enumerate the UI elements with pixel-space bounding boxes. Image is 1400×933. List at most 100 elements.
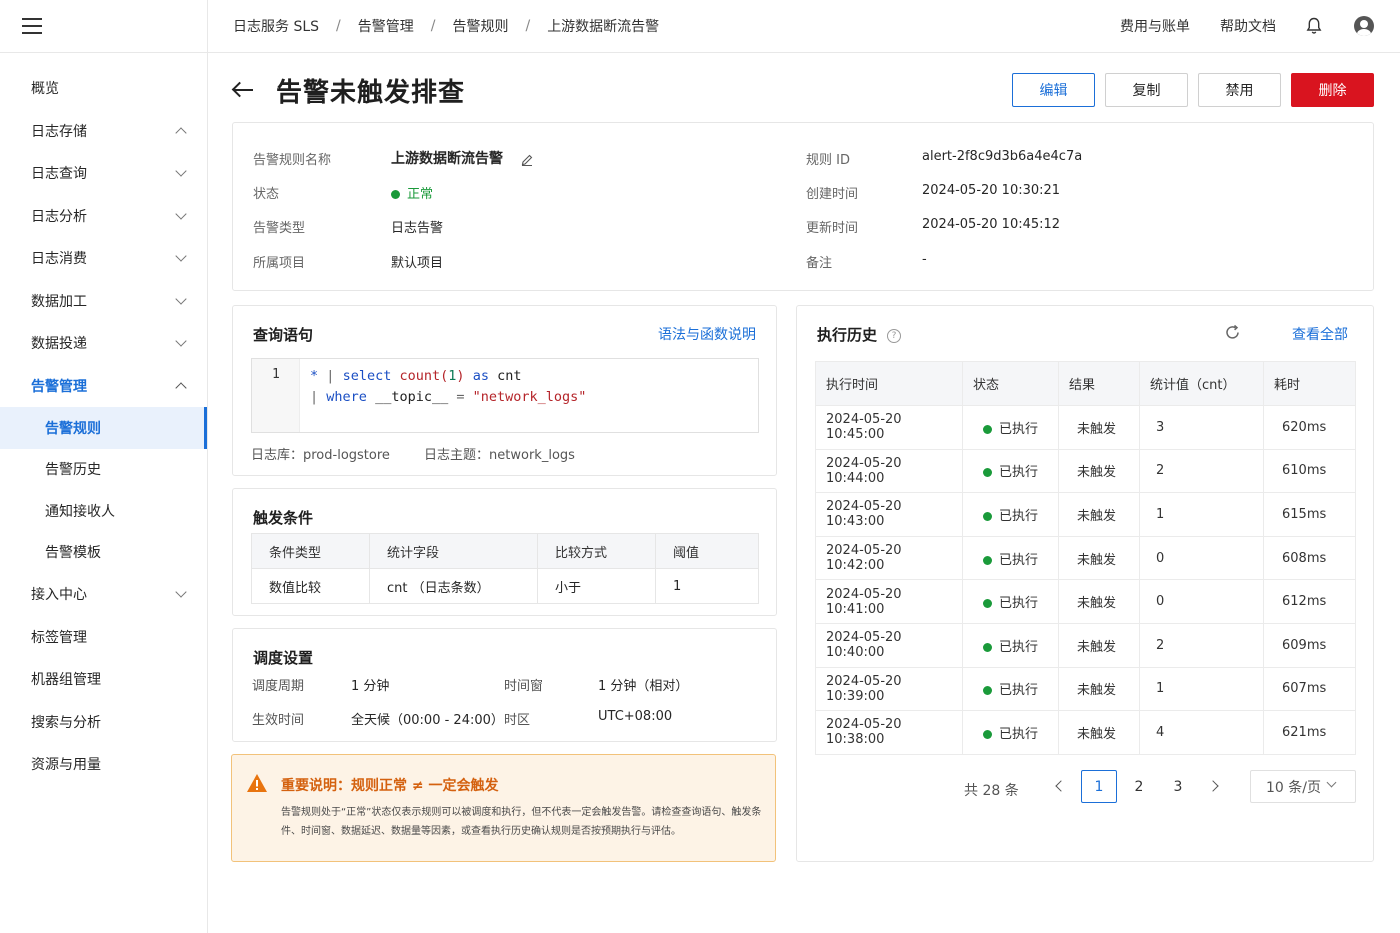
page-header: 告警未触发排查 编辑 复制 禁用 删除 <box>231 70 1374 110</box>
sidebar-item-search-analysis[interactable]: 搜索与分析 <box>0 701 207 744</box>
status-dot-icon <box>983 642 992 652</box>
table-header: 阈值 <box>655 533 759 569</box>
updated-time-label: 更新时间 <box>806 221 859 236</box>
user-avatar-icon[interactable] <box>1354 16 1374 36</box>
sidebar-item-label: 告警模板 <box>45 545 101 562</box>
copy-button[interactable]: 复制 <box>1105 73 1188 107</box>
duration-cell: 609ms <box>1263 622 1356 668</box>
help-circle-icon[interactable]: ? <box>887 328 902 343</box>
action-buttons: 编辑 复制 禁用 删除 <box>1002 73 1374 107</box>
refresh-icon[interactable] <box>1224 324 1241 341</box>
bell-icon[interactable] <box>1306 17 1322 35</box>
chevron-up-icon <box>175 382 187 394</box>
stat-value-cell: 0 <box>1139 535 1264 581</box>
sidebar-item-tag-management[interactable]: 标签管理 <box>0 616 207 659</box>
sidebar-item-label: 接入中心 <box>31 587 87 604</box>
sidebar-item-alert-templates[interactable]: 告警模板 <box>0 532 207 574</box>
sidebar-item-machine-groups[interactable]: 机器组管理 <box>0 658 207 701</box>
view-all-link[interactable]: 查看全部 <box>1292 324 1348 344</box>
schedule-card-title: 调度设置 <box>253 649 314 667</box>
breadcrumb-current: 上游数据断流告警 <box>547 19 660 35</box>
page-number[interactable]: 3 <box>1160 770 1196 803</box>
note-label: 备注 <box>806 256 833 271</box>
breadcrumb-item[interactable]: 告警管理 <box>358 16 414 36</box>
table-cell: 小于 <box>537 568 656 604</box>
chevron-down-icon <box>175 293 187 305</box>
delete-button[interactable]: 删除 <box>1291 73 1374 107</box>
sidebar-item-data-shipping[interactable]: 数据投递 <box>0 322 207 365</box>
duration-cell: 621ms <box>1263 710 1356 755</box>
result-cell: 未触发 <box>1058 405 1140 450</box>
chevron-up-icon <box>175 127 187 139</box>
title-wrap: 告警未触发排查 <box>231 72 466 109</box>
sidebar-item-data-processing[interactable]: 数据加工 <box>0 280 207 323</box>
table-header: 耗时 <box>1263 361 1356 406</box>
sidebar-item-log-consume[interactable]: 日志消费 <box>0 237 207 280</box>
page-number[interactable]: 2 <box>1121 770 1157 803</box>
status-cell: 已执行 <box>962 492 1059 537</box>
status-cell: 已执行 <box>962 448 1059 494</box>
code-token: __topic__ <box>375 389 449 405</box>
created-time-label: 创建时间 <box>806 187 859 202</box>
duration-cell: 608ms <box>1263 535 1356 581</box>
warning-icon <box>247 774 267 792</box>
topbar-actions: 费用与账单 帮助文档 <box>1120 16 1374 36</box>
help-docs-link[interactable]: 帮助文档 <box>1220 16 1276 36</box>
sidebar-item-alert-history[interactable]: 告警历史 <box>0 449 207 491</box>
status-dot-icon <box>983 511 992 521</box>
sidebar-item-label: 日志分析 <box>31 208 87 225</box>
sidebar-item-access-center[interactable]: 接入中心 <box>0 573 207 616</box>
status-badge: 正常 <box>391 183 433 202</box>
edit-pencil-icon[interactable] <box>521 154 533 166</box>
rule-name-value: 上游数据断流告警 <box>391 151 503 167</box>
back-arrow-icon[interactable] <box>231 81 254 98</box>
chevron-right-icon[interactable] <box>1207 780 1219 792</box>
rule-info-card: 告警规则名称 上游数据断流告警 状态 正常 告警类型 日志告警 所属项目 默认项… <box>232 122 1374 291</box>
timezone-value: UTC+08:00 <box>598 709 673 724</box>
sidebar-item-label: 告警历史 <box>45 462 101 479</box>
trigger-card-title: 触发条件 <box>253 509 314 527</box>
query-meta: 日志库：prod-logstore 日志主题：network_logs <box>251 444 605 463</box>
exec-time-cell: 2024-05-20 10:45:00 <box>815 405 963 450</box>
info-row-updated: 更新时间 2024-05-20 10:45:12 <box>806 217 1060 236</box>
timezone-label-text: 时区 <box>504 713 531 728</box>
updated-time-value: 2024-05-20 10:45:12 <box>922 217 1061 232</box>
table-header: 结果 <box>1058 361 1140 406</box>
disable-button[interactable]: 禁用 <box>1198 73 1281 107</box>
sidebar-item-overview[interactable]: 概览 <box>0 67 207 110</box>
query-editor[interactable]: 1 * | select count(1) as cnt | where __t… <box>251 358 759 433</box>
status-cell: 已执行 <box>962 535 1059 581</box>
rule-id-label: 规则 ID <box>806 153 850 168</box>
project-label: 所属项目 <box>253 256 306 271</box>
history-table: 执行时间 状态 结果 统计值（cnt） 耗时 2024-05-20 10:45:… <box>815 361 1356 755</box>
breadcrumb-item[interactable]: 日志服务 SLS <box>233 16 319 36</box>
edit-button[interactable]: 编辑 <box>1012 73 1095 107</box>
status-dot-icon <box>391 190 400 199</box>
sidebar-item-resources-usage[interactable]: 资源与用量 <box>0 743 207 786</box>
topic-text: 日志主题：network_logs <box>424 448 575 463</box>
trigger-condition-card: 触发条件 条件类型 统计字段 比较方式 阈值 数值比较 cnt （日志条数） 小… <box>232 488 777 616</box>
table-header: 条件类型 <box>251 533 370 569</box>
sidebar-item-log-query[interactable]: 日志查询 <box>0 152 207 195</box>
sidebar-item-alert-management[interactable]: 告警管理 <box>0 365 207 408</box>
sidebar-item-log-analysis[interactable]: 日志分析 <box>0 195 207 238</box>
effective-label-text: 生效时间 <box>252 713 305 728</box>
sidebar-item-notification-receivers[interactable]: 通知接收人 <box>0 490 207 532</box>
page-title: 告警未触发排查 <box>276 77 466 108</box>
sidebar-item-log-storage[interactable]: 日志存储 <box>0 110 207 153</box>
query-card: 查询语句 语法与函数说明 1 * | select count(1) as cn… <box>232 305 777 476</box>
billing-link[interactable]: 费用与账单 <box>1120 16 1190 36</box>
window-value: 1 分钟（相对） <box>598 679 689 694</box>
sidebar-item-label: 日志消费 <box>31 251 87 268</box>
menu-icon[interactable] <box>22 18 42 34</box>
syntax-docs-link[interactable]: 语法与函数说明 <box>658 324 756 344</box>
sidebar-item-alert-rules[interactable]: 告警规则 <box>0 407 207 449</box>
sidebar-item-label: 数据投递 <box>31 336 87 353</box>
breadcrumb-item[interactable]: 告警规则 <box>452 16 508 36</box>
breadcrumb-separator: / <box>336 18 341 34</box>
page-size-select[interactable]: 10 条/页 <box>1250 770 1356 803</box>
rule-name-value-wrap: 上游数据断流告警 <box>391 148 533 168</box>
chevron-left-icon[interactable] <box>1055 780 1067 792</box>
code-token: * <box>310 368 319 384</box>
page-number-current[interactable]: 1 <box>1081 770 1117 803</box>
